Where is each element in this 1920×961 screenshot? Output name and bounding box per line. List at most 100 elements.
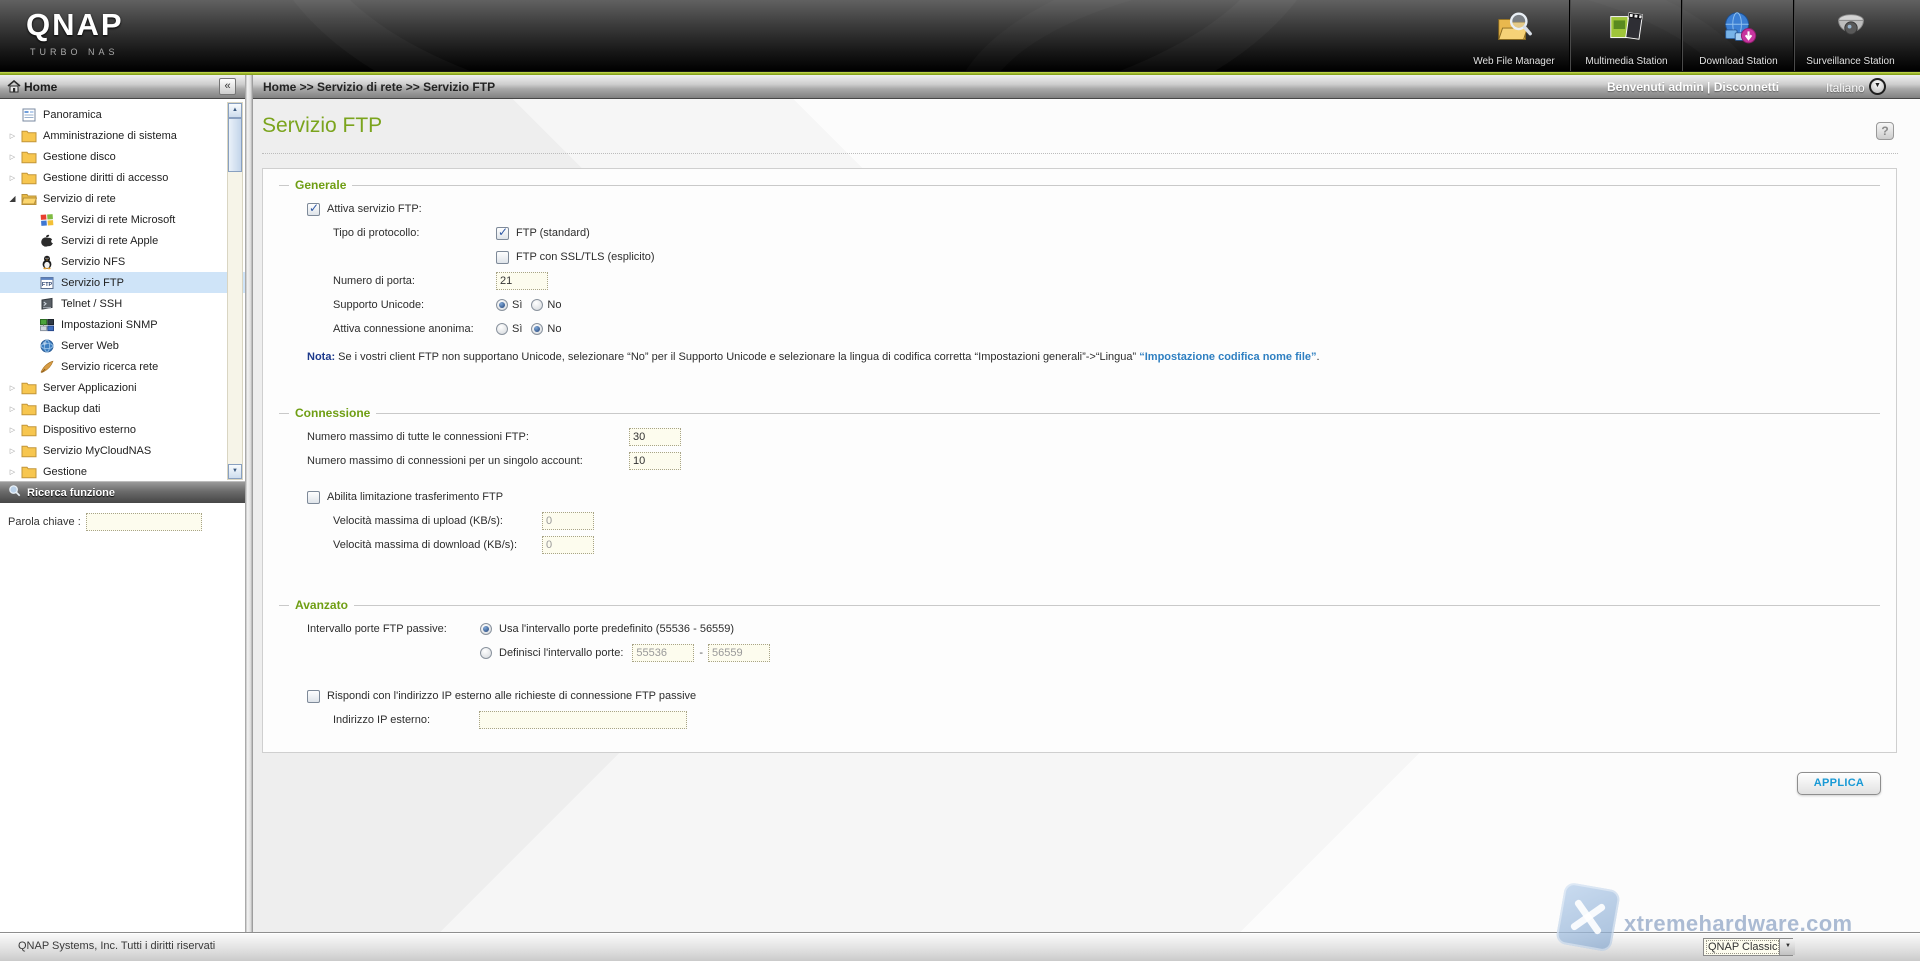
fieldset-generale: Generale ✓ Attiva servizio FTP: Tipo di …	[279, 185, 1880, 400]
external-ip-respond-checkbox[interactable]	[307, 690, 320, 703]
anonymous-yes-radio[interactable]	[496, 323, 508, 335]
tree-item-server-web[interactable]: Server Web	[0, 335, 245, 356]
folder-icon	[21, 401, 37, 417]
port-label: Numero di porta:	[333, 275, 496, 287]
expand-arrow-icon[interactable]: ▷	[6, 174, 19, 182]
passive-range-label: Intervallo porte FTP passive:	[307, 623, 480, 635]
station-label: Download Station	[1699, 56, 1777, 67]
folder-icon	[21, 149, 37, 165]
tree-item-impostazioni-snmp[interactable]: Impostazioni SNMP	[0, 314, 245, 335]
tree-item-telnet-ssh[interactable]: Telnet / SSH	[0, 293, 245, 314]
range-to-input[interactable]	[708, 644, 770, 662]
expand-arrow-icon[interactable]: ▷	[6, 132, 19, 140]
keyword-input[interactable]	[86, 513, 202, 531]
keyword-row: Parola chiave :	[0, 503, 245, 541]
tree-scrollbar[interactable]: ▲ ▼	[227, 102, 243, 480]
default-range-radio[interactable]	[480, 623, 492, 635]
anonymous-yes-label: Sì	[512, 323, 522, 335]
folder-icon	[21, 464, 37, 480]
max-connections-input[interactable]	[629, 428, 681, 446]
navigation-tree: Panoramica ▷ Amministrazione di sistema …	[0, 99, 245, 481]
expand-arrow-icon[interactable]: ▷	[6, 426, 19, 434]
max-single-account-label: Numero massimo di connessioni per un sin…	[307, 455, 629, 467]
custom-range-radio[interactable]	[480, 647, 492, 659]
surveillance-station-button[interactable]: Surveillance Station	[1794, 0, 1906, 71]
sidebar-collapse-button[interactable]: «	[219, 78, 236, 95]
tree-item-gestione[interactable]: ▷ Gestione	[0, 461, 226, 481]
expand-arrow-icon[interactable]: ▷	[6, 468, 19, 476]
max-connections-row: Numero massimo di tutte le connessioni F…	[279, 425, 1880, 449]
external-ip-input[interactable]	[479, 711, 687, 729]
scroll-down-button[interactable]: ▼	[228, 464, 242, 479]
scrollbar-thumb[interactable]	[228, 118, 242, 172]
expand-arrow-icon[interactable]: ▷	[6, 384, 19, 392]
tree-item-servizi-di-rete-apple[interactable]: Servizi di rete Apple	[0, 230, 245, 251]
enable-ftp-checkbox[interactable]: ✓	[307, 203, 320, 216]
function-search-panel-header[interactable]: Ricerca funzione	[0, 481, 245, 503]
max-connections-label: Numero massimo di tutte le connessioni F…	[307, 431, 629, 443]
tree-item-servizio-di-rete[interactable]: ◢ Servizio di rete	[0, 188, 226, 209]
unicode-row: Supporto Unicode: Sì No	[279, 293, 1880, 317]
tree-item-server-applicazioni[interactable]: ▷ Server Applicazioni	[0, 377, 226, 398]
expand-arrow-icon[interactable]: ▷	[6, 447, 19, 455]
unicode-no-radio[interactable]	[531, 299, 543, 311]
anonymous-no-radio[interactable]	[531, 323, 543, 335]
expand-arrow-icon[interactable]: ▷	[6, 153, 19, 161]
external-ip-row: Indirizzo IP esterno:	[279, 708, 1880, 732]
web-file-manager-icon	[1493, 8, 1535, 55]
max-upload-input[interactable]	[542, 512, 594, 530]
max-download-row: Velocità massima di download (KB/s):	[279, 533, 1880, 557]
ftp-standard-checkbox[interactable]: ✓	[496, 227, 509, 240]
theme-select-arrow-icon[interactable]: ▼	[1779, 939, 1795, 955]
range-from-input[interactable]	[632, 644, 694, 662]
custom-range-label: Definisci l'intervallo porte:	[499, 647, 623, 659]
tree-item-gestione-disco[interactable]: ▷ Gestione disco	[0, 146, 226, 167]
collapse-arrow-icon[interactable]: ◢	[6, 194, 19, 203]
web-file-manager-button[interactable]: Web File Manager	[1458, 0, 1570, 71]
surveillance-station-icon	[1830, 8, 1872, 55]
unicode-yes-label: Sì	[512, 299, 522, 311]
logout-link[interactable]: Disconnetti	[1714, 80, 1779, 94]
station-label: Multimedia Station	[1585, 56, 1667, 67]
page-title: Servizio FTP	[262, 114, 382, 138]
scroll-up-button[interactable]: ▲	[228, 103, 242, 118]
max-single-account-input[interactable]	[629, 452, 681, 470]
station-shortcuts: Web File Manager Multimedia Station Down…	[1458, 0, 1906, 71]
tree-item-backup-dati[interactable]: ▷ Backup dati	[0, 398, 226, 419]
folder-icon	[21, 380, 37, 396]
tree-item-servizio-ricerca-rete[interactable]: Servizio ricerca rete	[0, 356, 245, 377]
tree-item-dispositivo-esterno[interactable]: ▷ Dispositivo esterno	[0, 419, 226, 440]
unicode-yes-radio[interactable]	[496, 299, 508, 311]
apply-button[interactable]: APPLICA	[1797, 772, 1881, 795]
download-station-button[interactable]: Download Station	[1682, 0, 1794, 71]
home-icon	[7, 80, 21, 98]
ftp-ssl-checkbox[interactable]	[496, 251, 509, 264]
welcome-admin-link[interactable]: Benvenuti admin	[1607, 80, 1704, 94]
tree-item-gestione-diritti-di-accesso[interactable]: ▷ Gestione diritti di accesso	[0, 167, 226, 188]
language-dropdown-button[interactable]: ▼	[1869, 78, 1886, 95]
multimedia-station-icon	[1606, 8, 1648, 55]
help-button[interactable]: ?	[1876, 122, 1894, 140]
anonymous-no-label: No	[547, 323, 561, 335]
tree-item-panoramica[interactable]: Panoramica	[0, 104, 226, 125]
qnap-admin-window: QNAP TURBO NAS Web File Manager Multimed…	[0, 0, 1920, 961]
transfer-limit-checkbox[interactable]	[307, 491, 320, 504]
expand-arrow-icon[interactable]: ▷	[6, 405, 19, 413]
protocol-row: Tipo di protocollo: ✓ FTP (standard)	[279, 221, 1880, 245]
tree-item-servizio-ftp[interactable]: FTP Servizio FTP	[0, 272, 245, 293]
note-encoding-link[interactable]: “Impostazione codifica nome file”	[1139, 351, 1316, 363]
port-input[interactable]	[496, 272, 548, 290]
tree-item-servizio-nfs[interactable]: Servizio NFS	[0, 251, 245, 272]
protocol-label: Tipo di protocollo:	[333, 227, 496, 239]
passive-range-default-row: Intervallo porte FTP passive: Usa l'inte…	[279, 617, 1880, 641]
legend-connessione: Connessione	[289, 406, 376, 420]
tree-item-amministrazione-di-sistema[interactable]: ▷ Amministrazione di sistema	[0, 125, 226, 146]
feather-icon	[39, 359, 55, 375]
max-download-input[interactable]	[542, 536, 594, 554]
sidebar-header-title: Home	[24, 80, 57, 94]
note-text: Se i vostri client FTP non supportano Un…	[335, 351, 1139, 363]
theme-select[interactable]: QNAP Classic ▼	[1703, 938, 1793, 956]
multimedia-station-button[interactable]: Multimedia Station	[1570, 0, 1682, 71]
tree-item-servizi-di-rete-microsoft[interactable]: Servizi di rete Microsoft	[0, 209, 245, 230]
tree-item-servizio-mycloudnas[interactable]: ▷ Servizio MyCloudNAS	[0, 440, 226, 461]
